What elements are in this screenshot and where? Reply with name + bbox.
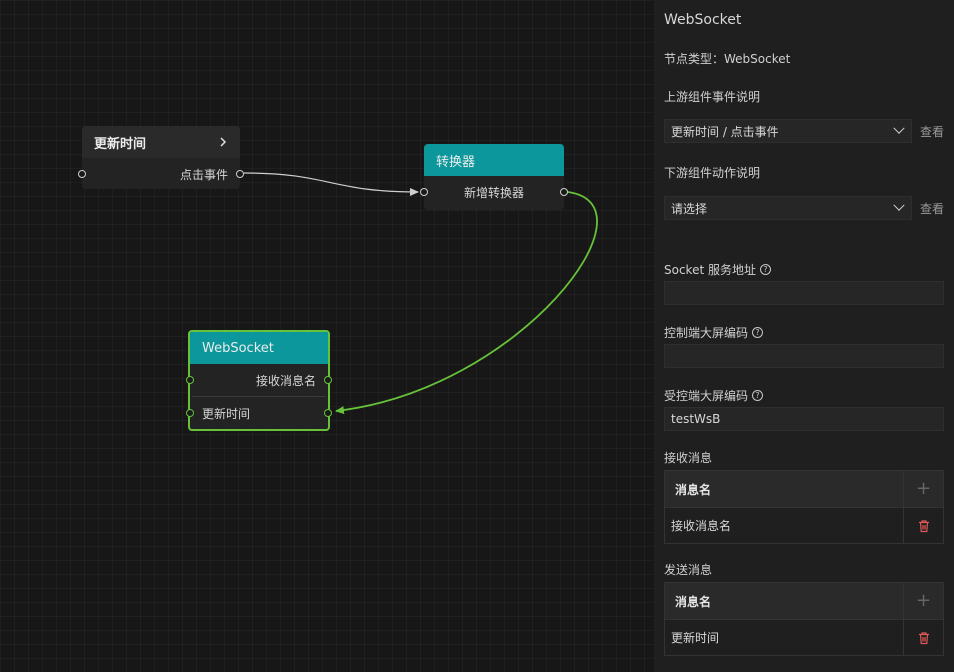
- table-header: 消息名 +: [665, 583, 943, 619]
- receive-label: 接收消息: [664, 451, 713, 465]
- node-header: 更新时间: [82, 126, 240, 158]
- send-table: 消息名 + 更新时间: [664, 582, 944, 656]
- table-row: 接收消息名: [665, 507, 943, 543]
- downstream-select[interactable]: 请选择: [664, 196, 912, 220]
- plus-icon[interactable]: +: [916, 480, 931, 498]
- help-icon[interactable]: ?: [752, 390, 764, 401]
- input-port[interactable]: [186, 376, 194, 384]
- input-port[interactable]: [420, 188, 428, 196]
- recv-screen-input-value: testWsB: [671, 412, 721, 426]
- port-label: 新增转换器: [463, 185, 524, 200]
- column-header: 消息名: [665, 471, 903, 507]
- plus-icon[interactable]: +: [916, 592, 931, 610]
- upstream-view-link[interactable]: 查看: [920, 123, 944, 140]
- table-header: 消息名 +: [665, 471, 943, 507]
- downstream-view-link[interactable]: 查看: [920, 200, 944, 217]
- socket-input[interactable]: [664, 281, 944, 305]
- trash-icon[interactable]: [917, 519, 931, 533]
- upstream-select-value: 更新时间 / 点击事件: [671, 124, 779, 139]
- flow-canvas[interactable]: 更新时间 点击事件 转换器 新增转换器 WebSocket 接收消息名 更新时间: [0, 0, 654, 672]
- socket-label: Socket 服务地址 ?: [664, 261, 771, 278]
- output-port[interactable]: [236, 170, 244, 178]
- node-update-time[interactable]: 更新时间 点击事件: [78, 126, 244, 190]
- output-port[interactable]: [560, 188, 568, 196]
- chevron-right-icon[interactable]: [218, 136, 228, 148]
- port-label: 更新时间: [202, 406, 251, 421]
- ctrl-screen-label: 控制端大屏编码 ?: [664, 324, 764, 341]
- chevron-down-icon: [893, 122, 905, 134]
- send-label: 发送消息: [664, 563, 713, 577]
- properties-panel: WebSocket 节点类型：WebSocket 上游组件事件说明 更新时间 /…: [654, 0, 954, 672]
- node-port-row: 更新时间: [186, 397, 332, 429]
- input-port[interactable]: [186, 409, 194, 417]
- node-websocket[interactable]: WebSocket 接收消息名 更新时间: [186, 330, 332, 431]
- node-title: 转换器: [436, 154, 476, 170]
- upstream-select[interactable]: 更新时间 / 点击事件: [664, 119, 912, 143]
- receive-table: 消息名 + 接收消息名: [664, 470, 944, 544]
- wire-convert-to-ws[interactable]: [335, 191, 598, 415]
- node-port-row: 点击事件: [78, 158, 244, 190]
- table-row: 更新时间: [665, 619, 943, 655]
- node-title: WebSocket: [202, 340, 274, 356]
- port-label: 点击事件: [179, 167, 228, 182]
- node-port-row: 接收消息名: [186, 364, 332, 396]
- downstream-select-value: 请选择: [671, 201, 708, 216]
- upstream-label: 上游组件事件说明: [664, 90, 761, 104]
- ctrl-screen-label-text: 控制端大屏编码: [664, 326, 749, 340]
- node-converter[interactable]: 转换器 新增转换器: [420, 144, 568, 210]
- chevron-down-icon: [893, 199, 905, 211]
- ctrl-screen-input[interactable]: [664, 344, 944, 368]
- port-label: 接收消息名: [255, 373, 316, 388]
- node-header: 转换器: [424, 144, 564, 176]
- output-port[interactable]: [324, 409, 332, 417]
- column-header: 消息名: [665, 583, 903, 619]
- table-cell[interactable]: 接收消息名: [665, 508, 903, 543]
- node-port-row: 新增转换器: [420, 176, 568, 208]
- node-type-label: 节点类型：WebSocket: [664, 52, 791, 66]
- socket-label-text: Socket 服务地址: [664, 263, 756, 277]
- help-icon[interactable]: ?: [759, 264, 771, 275]
- input-port[interactable]: [78, 170, 86, 178]
- output-port[interactable]: [324, 376, 332, 384]
- node-title: 更新时间: [94, 136, 147, 152]
- downstream-label: 下游组件动作说明: [664, 166, 761, 180]
- help-icon[interactable]: ?: [752, 327, 764, 338]
- table-cell[interactable]: 更新时间: [665, 620, 903, 655]
- panel-title: WebSocket: [664, 12, 742, 28]
- recv-screen-label-text: 受控端大屏编码: [664, 389, 749, 403]
- recv-screen-label: 受控端大屏编码 ?: [664, 387, 764, 404]
- wire-update-to-convert[interactable]: [243, 172, 419, 196]
- node-header: WebSocket: [190, 332, 328, 364]
- recv-screen-input[interactable]: testWsB: [664, 407, 944, 431]
- trash-icon[interactable]: [917, 631, 931, 645]
